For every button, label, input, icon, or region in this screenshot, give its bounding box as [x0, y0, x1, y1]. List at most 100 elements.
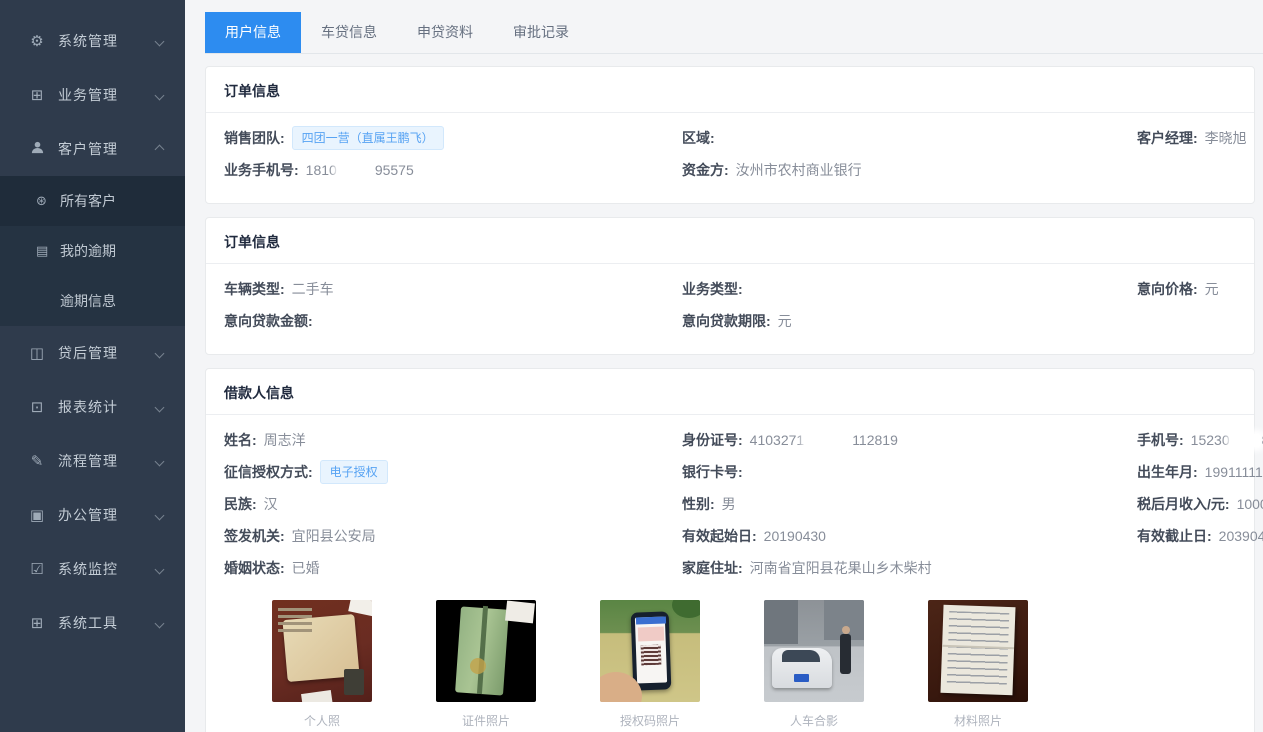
- field-region: 区域:: [682, 128, 1137, 148]
- chevron-down-icon: [155, 564, 165, 574]
- archive-icon: ▣: [28, 506, 46, 524]
- document-booklet-photo-thumbnail[interactable]: [436, 600, 536, 702]
- tab-loan-application-docs[interactable]: 申贷资料: [397, 12, 493, 53]
- card-title: 借款人信息: [206, 369, 1254, 415]
- tab-panel-user-info: 订单信息 销售团队: 四团一营（直属王鹏飞） 区域: 客户经理:: [205, 54, 1263, 732]
- photo-item: 授权码照片: [600, 600, 700, 729]
- customer-submenu: ⊛ 所有客户 ▤ 我的逾期 逾期信息: [0, 176, 185, 326]
- tab-user-info[interactable]: 用户信息: [205, 12, 301, 53]
- field-id-number: 身份证号: 4103271112819: [682, 430, 1137, 450]
- field-mobile-phone: 手机号: 152308137: [1137, 430, 1263, 450]
- photo-caption: 人车合影: [764, 712, 864, 729]
- monitor-icon: ⊡: [28, 398, 46, 416]
- sidebar-item-label: 报表统计: [58, 397, 156, 417]
- book-icon: ◫: [28, 344, 46, 362]
- field-account-manager: 客户经理: 李晓旭: [1137, 128, 1247, 148]
- sidebar-item-label: 系统监控: [58, 559, 156, 579]
- sidebar-item-report-statistics[interactable]: ⊡ 报表统计: [0, 380, 185, 434]
- id-card-photo-thumbnail[interactable]: [272, 600, 372, 702]
- chevron-down-icon: [155, 36, 165, 46]
- sidebar-item-system-tools[interactable]: ⊞ 系统工具: [0, 596, 185, 650]
- sidebar-item-office-management[interactable]: ▣ 办公管理: [0, 488, 185, 542]
- sidebar-item-label: 系统管理: [58, 31, 156, 51]
- order-info-card-2: 订单信息 车辆类型: 二手车 业务类型: 意向价格: 元: [205, 217, 1255, 355]
- chevron-up-icon: [155, 144, 165, 154]
- field-bank-card: 银行卡号:: [682, 462, 1137, 482]
- field-home-address: 家庭住址: 河南省宜阳县花果山乡木柴村: [682, 558, 1137, 578]
- person-with-car-photo-thumbnail[interactable]: [764, 600, 864, 702]
- sidebar-item-label: 贷后管理: [58, 343, 156, 363]
- user-icon: [28, 140, 46, 159]
- photo-item: 个人照: [272, 600, 372, 729]
- tab-approval-records[interactable]: 审批记录: [493, 12, 589, 53]
- field-birth-date: 出生年月: 19911111: [1137, 462, 1263, 482]
- clipboard-icon: ✎: [28, 452, 46, 470]
- chevron-down-icon: [155, 510, 165, 520]
- chevron-down-icon: [155, 456, 165, 466]
- field-sales-team: 销售团队: 四团一营（直属王鹏飞）: [224, 126, 682, 150]
- target-icon: ⊛: [36, 193, 51, 209]
- phone-qr-code-photo-thumbnail[interactable]: [600, 600, 700, 702]
- photo-item: 证件照片: [436, 600, 536, 729]
- credit-auth-tag[interactable]: 电子授权: [320, 460, 388, 484]
- detail-tabs: 用户信息 车贷信息 申贷资料 审批记录: [205, 12, 1263, 54]
- sidebar: ⚙ 系统管理 ⊞ 业务管理 客户管理 ⊛ 所有客户 ▤ 我的逾期: [0, 0, 185, 732]
- field-marital-status: 婚姻状态: 已婚: [224, 558, 682, 578]
- field-monthly-income: 税后月收入/元: 10000: [1137, 494, 1263, 514]
- field-issuing-authority: 签发机关: 宜阳县公安局: [224, 526, 682, 546]
- field-valid-to: 有效截止日: 20390430: [1137, 526, 1263, 546]
- chevron-down-icon: [155, 90, 165, 100]
- gear-icon: ⚙: [28, 32, 46, 50]
- submenu-item-label: 逾期信息: [60, 291, 116, 311]
- app-window: ⚙ 系统管理 ⊞ 业务管理 客户管理 ⊛ 所有客户 ▤ 我的逾期: [0, 0, 1263, 732]
- toolbox-icon: ⊞: [28, 614, 46, 632]
- photo-item: 人车合影: [764, 600, 864, 729]
- field-business-type: 业务类型:: [682, 279, 1137, 299]
- field-funder: 资金方: 汝州市农村商业银行: [682, 160, 1137, 180]
- sidebar-item-label: 系统工具: [58, 613, 156, 633]
- field-credit-auth-method: 征信授权方式: 电子授权: [224, 460, 682, 484]
- card-title: 订单信息: [206, 218, 1254, 264]
- field-gender: 性别: 男: [682, 494, 1137, 514]
- monitor-check-icon: ☑: [28, 560, 46, 578]
- borrower-info-card: 借款人信息 姓名: 周志洋 身份证号: 4103271112819 手机号:: [205, 368, 1255, 732]
- field-business-phone: 业务手机号: 181095575: [224, 160, 682, 180]
- sidebar-item-customer-management[interactable]: 客户管理: [0, 122, 185, 176]
- redaction-blur: [338, 164, 374, 177]
- card-title: 订单信息: [206, 67, 1254, 113]
- sidebar-item-label: 业务管理: [58, 85, 156, 105]
- order-info-card-1: 订单信息 销售团队: 四团一营（直属王鹏飞） 区域: 客户经理:: [205, 66, 1255, 204]
- sidebar-item-system-management[interactable]: ⚙ 系统管理: [0, 14, 185, 68]
- sidebar-item-label: 办公管理: [58, 505, 156, 525]
- photo-caption: 材料照片: [928, 712, 1028, 729]
- chevron-down-icon: [155, 402, 165, 412]
- photo-item: 材料照片: [928, 600, 1028, 729]
- sidebar-item-label: 流程管理: [58, 451, 156, 471]
- sidebar-item-process-management[interactable]: ✎ 流程管理: [0, 434, 185, 488]
- photo-caption: 证件照片: [436, 712, 536, 729]
- submenu-item-label: 我的逾期: [60, 241, 116, 261]
- chevron-down-icon: [155, 348, 165, 358]
- submenu-item-overdue-info[interactable]: 逾期信息: [0, 276, 185, 326]
- field-intent-loan-amount: 意向贷款金额:: [224, 311, 682, 331]
- field-valid-from: 有效起始日: 20190430: [682, 526, 1137, 546]
- photo-caption: 个人照: [272, 712, 372, 729]
- borrower-photo-list: 个人照 证件照片: [272, 600, 1236, 729]
- chevron-down-icon: [155, 618, 165, 628]
- field-name: 姓名: 周志洋: [224, 430, 682, 450]
- field-intent-loan-term: 意向贷款期限: 元: [682, 311, 1137, 331]
- handwritten-document-photo-thumbnail[interactable]: [928, 600, 1028, 702]
- redaction-blur: [1231, 434, 1261, 447]
- notebook-icon: ▤: [36, 243, 51, 259]
- main-content: 用户信息 车贷信息 申贷资料 审批记录 订单信息 销售团队: 四团一营（直属王鹏…: [185, 0, 1263, 732]
- tab-car-loan-info[interactable]: 车贷信息: [301, 12, 397, 53]
- field-vehicle-type: 车辆类型: 二手车: [224, 279, 682, 299]
- submenu-item-all-customers[interactable]: ⊛ 所有客户: [0, 176, 185, 226]
- sales-team-tag[interactable]: 四团一营（直属王鹏飞）: [292, 126, 444, 150]
- field-intent-price: 意向价格: 元: [1137, 279, 1236, 299]
- photo-caption: 授权码照片: [600, 712, 700, 729]
- sidebar-item-system-monitor[interactable]: ☑ 系统监控: [0, 542, 185, 596]
- sidebar-item-postloan-management[interactable]: ◫ 贷后管理: [0, 326, 185, 380]
- sidebar-item-business-management[interactable]: ⊞ 业务管理: [0, 68, 185, 122]
- submenu-item-my-overdue[interactable]: ▤ 我的逾期: [0, 226, 185, 276]
